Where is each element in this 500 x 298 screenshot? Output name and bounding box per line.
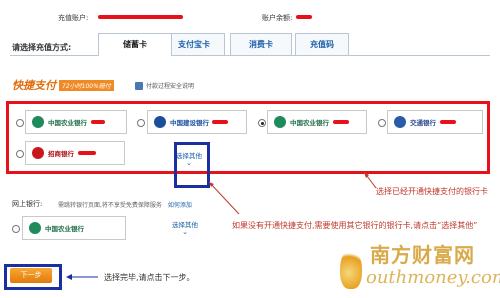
online-bank-note-text: 需跳转银行页面,将不享受免费保障服务 (58, 202, 162, 209)
safety-link[interactable]: 付款过程安全说明 (146, 81, 194, 90)
shield-icon (135, 81, 143, 90)
tab-recharge-code[interactable]: 充值码 (295, 33, 349, 55)
bank-card-cmb[interactable]: 招商银行 (25, 141, 125, 165)
bank-radio-5[interactable] (16, 150, 24, 158)
bank-radio-1[interactable] (16, 119, 24, 127)
bocom-logo-icon (394, 116, 406, 128)
bank-radio-2[interactable] (137, 119, 145, 127)
watermark: 南方财富网 outhmoney.com (340, 233, 500, 295)
bank-name: 交通银行 (410, 119, 436, 127)
online-bank-label: 网上银行: (12, 200, 43, 208)
bank-radio-4[interactable] (378, 119, 386, 127)
tab-consumer-card[interactable]: 消费卡 (230, 33, 292, 55)
annotation-finish: 选择完毕,请点击下一步。 (104, 273, 195, 282)
ccb-logo-icon (154, 116, 166, 128)
card-number-redacted (333, 120, 349, 124)
bank-name: 中国农业银行 (48, 119, 87, 127)
account-label: 充值账户: (58, 14, 89, 22)
arrow-annotation-finish (66, 274, 98, 280)
cmb-logo-icon (32, 147, 44, 159)
online-bank-card-abc[interactable]: 中国农业银行 (22, 216, 126, 240)
tab-underline (10, 55, 490, 56)
tab-alipay-card[interactable]: 支付宝卡 (163, 33, 225, 55)
annotation-bound: 选择已经开通快捷支付的银行卡 (376, 187, 488, 196)
arrow-annotation-other (208, 181, 240, 215)
account-value-redacted (98, 15, 183, 19)
bank-card-abc-1[interactable]: 中国农业银行 (25, 110, 127, 134)
quickpay-logo: 快捷支付 72小时100%赔付 (12, 78, 114, 92)
balance-label: 账户余额: (262, 14, 293, 22)
chevron-down-icon: ⌄ (182, 228, 188, 236)
highlight-next (4, 264, 62, 290)
method-label: 请选择充值方式: (12, 43, 72, 52)
watermark-en: outhmoney.com (366, 267, 500, 288)
bank-radio-3-selected[interactable] (258, 119, 266, 127)
safety-info[interactable]: 付款过程安全说明 (135, 81, 194, 90)
abc-logo-icon (274, 116, 286, 128)
quickpay-logo-text: 快捷支付 (12, 79, 56, 92)
bank-name: 中国农业银行 (290, 119, 329, 127)
online-bank-note: 需跳转银行页面,将不享受免费保障服务 如何添加 (58, 200, 192, 209)
watermark-flame-icon (340, 249, 362, 289)
abc-logo-icon (29, 222, 41, 234)
card-number-redacted (78, 151, 96, 155)
online-bank-radio[interactable] (12, 225, 20, 233)
online-select-other-link[interactable]: 选择其他 ⌄ (168, 219, 202, 236)
watermark-cn: 南方财富网 (370, 243, 475, 267)
bank-card-abc-2[interactable]: 中国农业银行 (267, 110, 367, 134)
bank-name: 中国建设银行 (170, 119, 209, 127)
bank-name: 中国农业银行 (45, 225, 84, 233)
card-number-redacted (440, 120, 456, 124)
annotation-other: 如果没有开通快捷支付,需要使用其它银行的银行卡,请点击“选择其他” (232, 221, 478, 230)
balance-value-redacted (296, 15, 312, 19)
card-number-redacted (212, 120, 228, 124)
bank-name: 招商银行 (48, 150, 74, 158)
tab-savings-card[interactable]: 储蓄卡 (98, 33, 172, 56)
quickpay-slogan: 72小时100%赔付 (59, 79, 114, 91)
abc-logo-icon (32, 116, 44, 128)
bank-card-ccb[interactable]: 中国建设银行 (147, 110, 247, 134)
card-number-redacted (91, 120, 105, 124)
online-bank-link[interactable]: 如何添加 (168, 200, 192, 209)
bank-card-bocom[interactable]: 交通银行 (387, 110, 483, 134)
